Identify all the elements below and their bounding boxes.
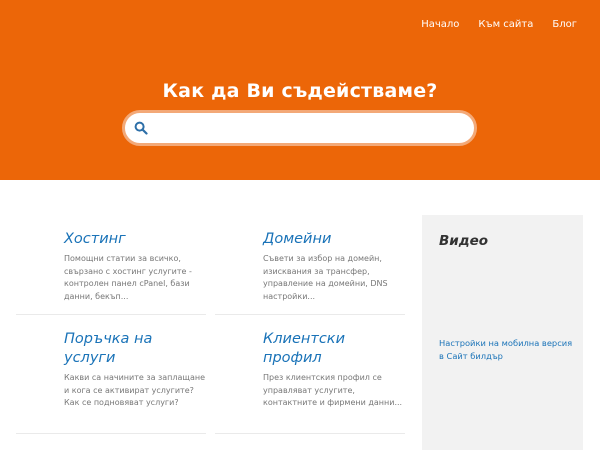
category-card-domains: Домейни Съвети за избор на домейн, изиск…	[215, 230, 405, 320]
search-icon[interactable]	[134, 121, 148, 135]
category-description-domains: Съвети за избор на домейн, изисквания за…	[263, 254, 388, 301]
nav-link-blog[interactable]: Блог	[552, 19, 577, 30]
card-divider	[215, 314, 405, 315]
category-title-orders[interactable]: Поръчка на услуги	[64, 330, 204, 368]
video-sidebar: Видео Настройки на мобилна версия в Сайт…	[422, 215, 583, 450]
category-title-client-profile[interactable]: Клиентски профил	[263, 330, 403, 368]
nav-link-home[interactable]: Начало	[421, 19, 459, 30]
category-description-client-profile: През клиентския профил се управляват усл…	[263, 373, 403, 407]
card-divider	[16, 314, 206, 315]
category-card-hosting: Хостинг Помощни статии за всичко, свърза…	[16, 230, 206, 320]
category-description-orders: Какви са начините за заплащане и кога се…	[64, 373, 206, 407]
category-card-client-profile: Клиентски профил През клиентския профил …	[215, 330, 405, 440]
video-link-mobile-settings[interactable]: Настройки на мобилна версия в Сайт билдъ…	[439, 337, 577, 363]
top-nav: Начало Към сайта Блог	[402, 19, 577, 30]
category-description-hosting: Помощни статии за всичко, свързано с хос…	[64, 254, 192, 301]
search-box[interactable]	[122, 110, 477, 146]
category-title-hosting[interactable]: Хостинг	[64, 230, 204, 249]
category-card-orders: Поръчка на услуги Какви са начините за з…	[16, 330, 206, 440]
sidebar-title: Видео	[439, 233, 489, 249]
card-divider	[16, 433, 206, 434]
card-divider	[215, 433, 405, 434]
hero-banner: Начало Към сайта Блог Как да Ви съдейств…	[0, 0, 600, 180]
search-input[interactable]	[155, 117, 465, 139]
nav-link-to-site[interactable]: Към сайта	[478, 19, 533, 30]
hero-title: Как да Ви съдействаме?	[162, 80, 438, 102]
category-title-domains[interactable]: Домейни	[263, 230, 403, 249]
